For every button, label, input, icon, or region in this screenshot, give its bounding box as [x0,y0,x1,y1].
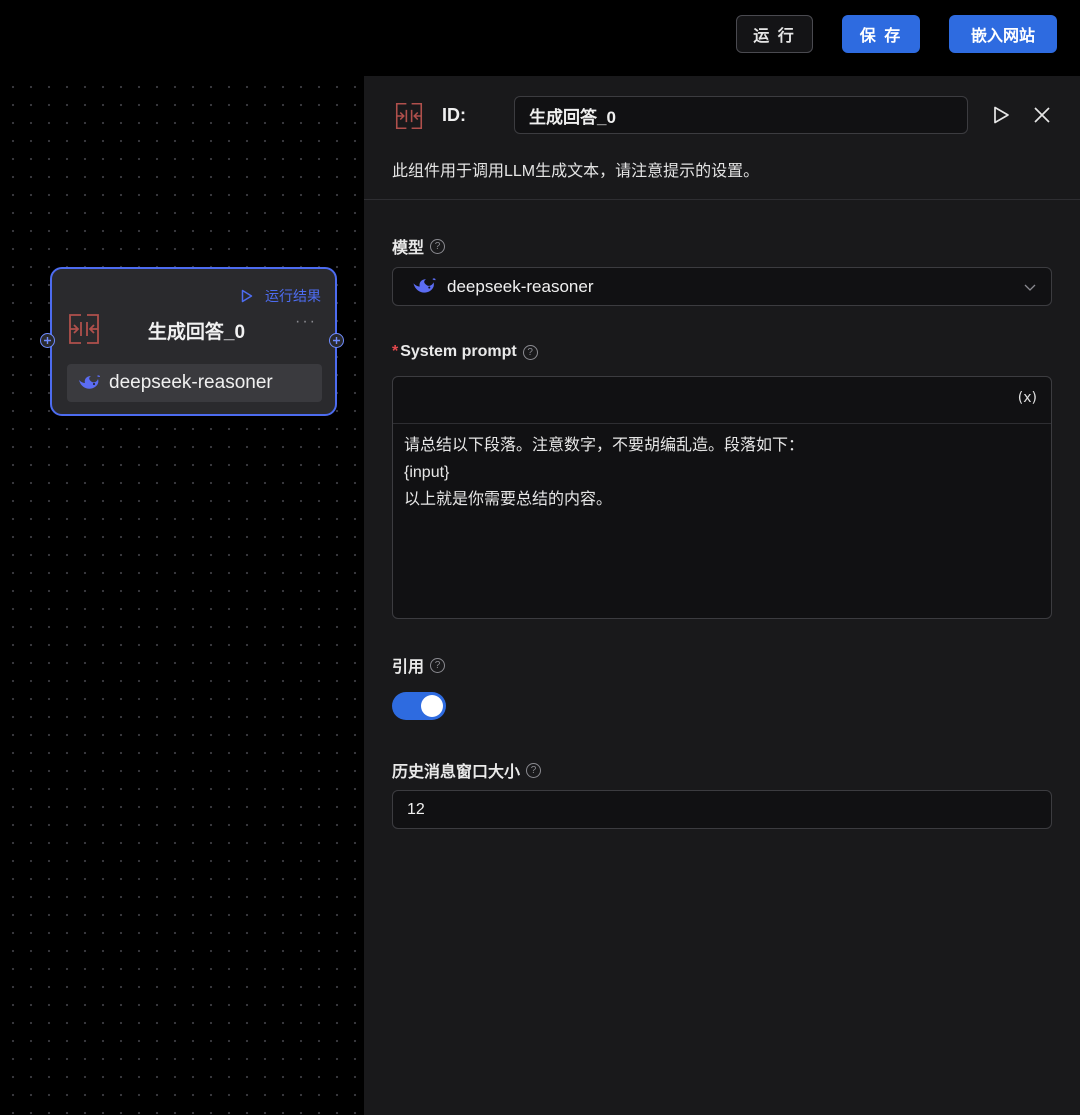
close-icon[interactable] [1032,105,1052,130]
node-model-tag: deepseek-reasoner [67,364,322,402]
run-result-label: 运行结果 [265,288,321,304]
component-description: 此组件用于调用LLM生成文本，请注意提示的设置。 [392,163,760,180]
required-mark: * [392,343,399,360]
model-select[interactable]: deepseek-reasoner [392,267,1052,306]
save-button[interactable]: 保 存 [842,15,920,53]
input-handle[interactable] [40,333,55,348]
divider [364,199,1080,200]
history-window-input[interactable]: 12 [392,790,1052,829]
settings-panel: ID: 生成回答_0 此组件用于调用LLM生成文本，请注意提示的设置。 模型 ?… [364,76,1080,1115]
id-input[interactable]: 生成回答_0 [514,96,968,134]
help-icon[interactable]: ? [430,238,446,254]
system-prompt-text[interactable]: 请总结以下段落。注意数字，不要胡编乱造。段落如下： {input} 以上就是你需… [393,424,1051,521]
more-icon[interactable]: ··· [295,313,317,331]
plus-handle-icon [44,337,51,344]
variable-icon[interactable]: (x) [1018,390,1037,406]
prompt-line: 以上就是你需要总结的内容。 [404,491,613,508]
help-icon[interactable]: ? [430,657,446,673]
system-prompt-label: * System prompt ? [392,343,538,361]
node-title: 生成回答_0 [147,322,246,343]
run-result-link[interactable]: 运行结果 [241,286,321,306]
node-model-label: deepseek-reasoner [109,372,273,393]
citation-toggle[interactable] [392,692,446,720]
embed-website-button[interactable]: 嵌入网站 [949,15,1057,53]
prompt-line: 请总结以下段落。注意数字，不要胡编乱造。段落如下： [404,437,805,454]
history-window-label-text: 历史消息窗口大小 [392,764,521,781]
prompt-toolbar: (x) [393,377,1051,424]
generate-answer-node[interactable]: 运行结果 生成回答_0 ··· deepseek-reasoner [50,267,337,416]
chevron-down-icon [1024,284,1036,291]
help-icon[interactable]: ? [522,344,538,360]
deepseek-whale-icon [413,278,436,293]
run-button[interactable]: 运 行 [736,15,813,53]
component-icon [395,102,423,135]
system-prompt-label-text: System prompt [400,343,517,360]
model-label-text: 模型 [392,240,425,257]
output-handle[interactable] [329,333,344,348]
model-select-value: deepseek-reasoner [447,276,594,296]
system-prompt-editor[interactable]: (x) 请总结以下段落。注意数字，不要胡编乱造。段落如下： {input} 以上… [392,376,1052,619]
deepseek-whale-icon [79,375,100,389]
play-icon[interactable] [991,105,1011,130]
citation-label-text: 引用 [392,659,425,676]
play-icon [241,289,253,303]
help-icon[interactable]: ? [526,762,542,778]
toggle-knob [421,695,443,717]
plus-handle-icon [333,337,340,344]
model-label: 模型 ? [392,234,446,258]
id-label: ID: [442,105,466,125]
prompt-line: {input} [404,464,450,481]
history-window-label: 历史消息窗口大小 ? [392,758,542,782]
citation-label: 引用 ? [392,653,446,677]
